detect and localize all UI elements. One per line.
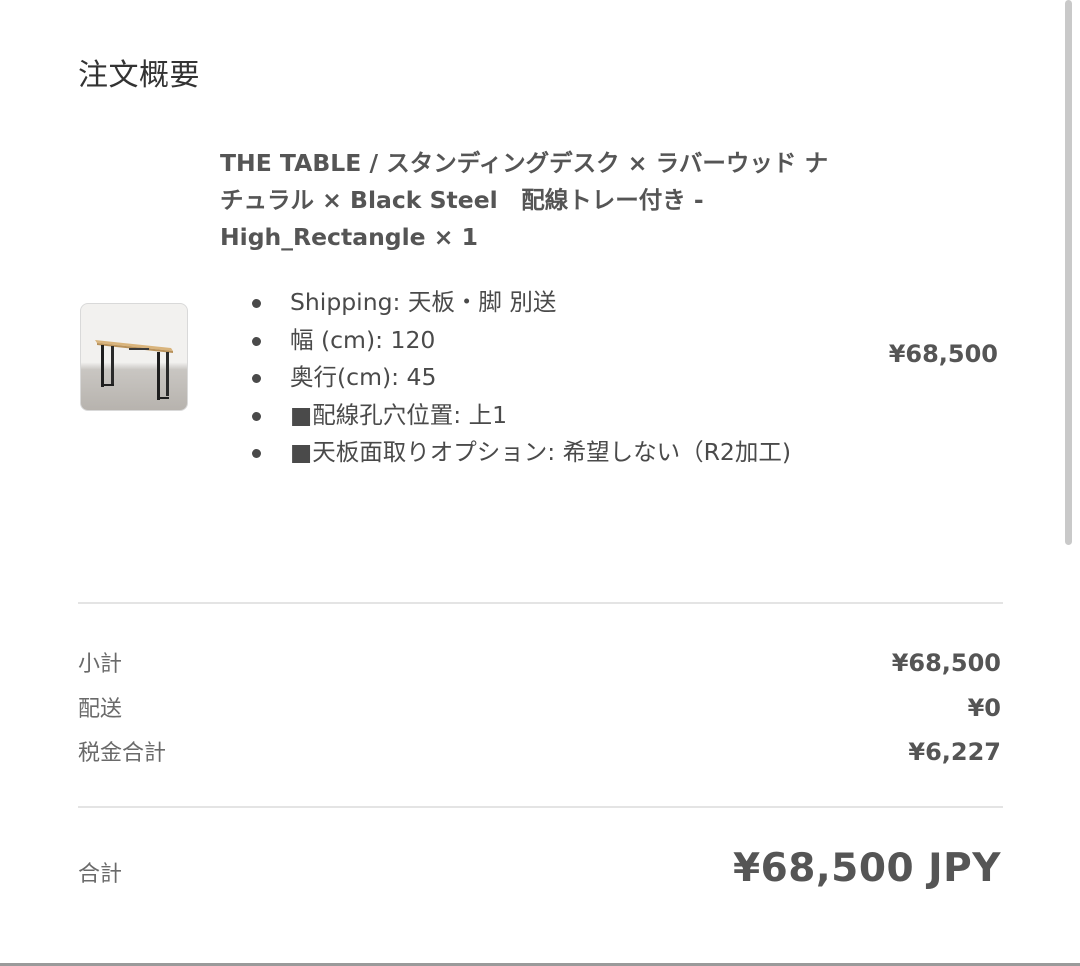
order-summary-page: 注文概要 THE TABLE / スタンディングデスク × ラバーウッド ナチュ… [0, 0, 1080, 966]
tax-label: 税金合計 [78, 741, 167, 766]
item-price: ¥68,500 [888, 340, 998, 368]
total-row: 合計 ¥68,500 JPY [78, 846, 1001, 891]
option-text: ■天板面取りオプション: 希望しない（R2加工) [290, 438, 792, 466]
list-item: ■天板面取りオプション: 希望しない（R2加工) [250, 434, 830, 472]
list-item: Shipping: 天板・脚 別送 [250, 284, 830, 322]
list-item: 奥行(cm): 45 [250, 359, 830, 397]
product-title: THE TABLE / スタンディングデスク × ラバーウッド ナチュラル × … [220, 149, 829, 251]
bullet-icon [252, 336, 261, 346]
option-text: Shipping: 天板・脚 別送 [290, 288, 557, 316]
bullet-icon [252, 299, 261, 308]
option-text: 幅 (cm): 120 [290, 325, 436, 354]
divider [78, 806, 1003, 808]
tax-value: ¥6,227 [908, 738, 1001, 766]
subtotal-label: 小計 [78, 652, 123, 677]
standing-desk-product-image [95, 340, 173, 400]
total-label: 合計 [78, 862, 123, 887]
divider [78, 602, 1003, 604]
list-item: 幅 (cm): 120 [250, 322, 830, 360]
product-options-list: Shipping: 天板・脚 別送 幅 (cm): 120 奥行(cm): 45… [250, 284, 830, 472]
shipping-label: 配送 [78, 697, 123, 722]
product-thumbnail [80, 303, 188, 411]
option-text: ■配線孔穴位置: 上1 [290, 400, 508, 429]
shipping-row: 配送 ¥0 [78, 691, 1001, 723]
subtotal-row: 小計 ¥68,500 [78, 646, 1001, 678]
subtotal-value: ¥68,500 [891, 649, 1001, 677]
shipping-value: ¥0 [967, 694, 1001, 722]
option-text: 奥行(cm): 45 [290, 363, 437, 391]
tax-row: 税金合計 ¥6,227 [78, 735, 1001, 767]
order-summary-heading: 注文概要 [78, 58, 200, 93]
bullet-icon [252, 449, 261, 458]
list-item: ■配線孔穴位置: 上1 [250, 397, 830, 435]
bullet-icon [252, 374, 261, 383]
scrollbar[interactable] [1065, 0, 1072, 545]
total-value: ¥68,500 JPY [732, 846, 1001, 891]
bullet-icon [252, 411, 261, 421]
